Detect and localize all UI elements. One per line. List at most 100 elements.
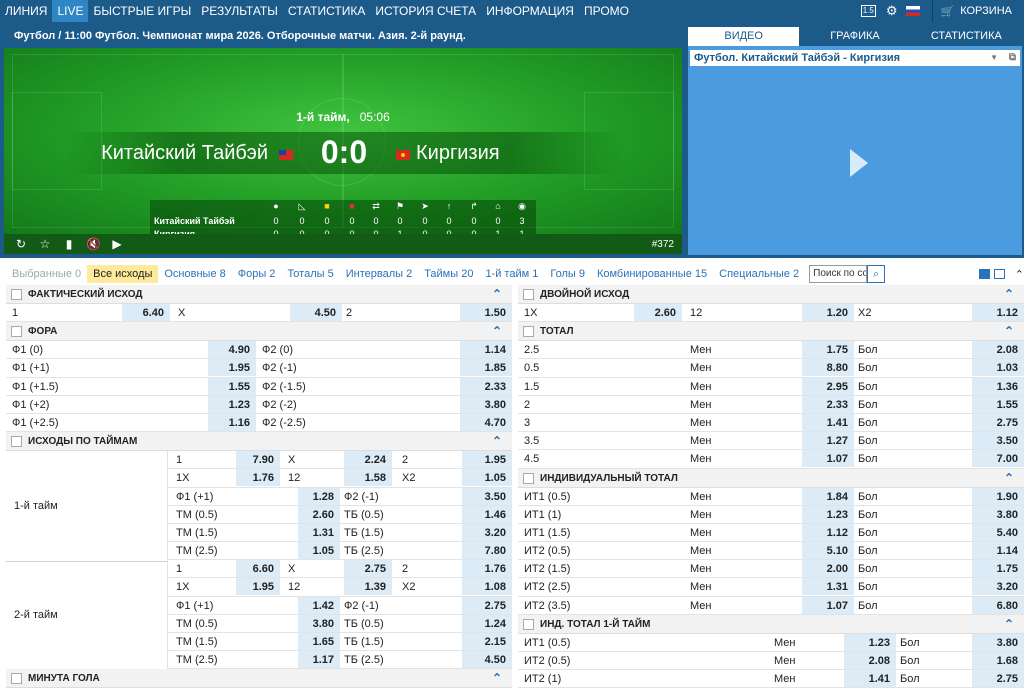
collapse-all-icon[interactable]: ⌃ bbox=[1015, 268, 1024, 281]
nav-item[interactable]: LIVE bbox=[52, 0, 89, 22]
market-checkbox[interactable] bbox=[523, 472, 534, 484]
chevron-up-icon[interactable]: ⌃ bbox=[492, 669, 502, 688]
cart-button[interactable]: 🛒 КОРЗИНА bbox=[933, 5, 1024, 18]
video-tab[interactable]: ВИДЕО bbox=[688, 27, 800, 46]
filter-tab[interactable]: Тоталы 5 bbox=[281, 265, 339, 283]
filter-tab[interactable]: Интервалы 2 bbox=[340, 265, 418, 283]
nav-item[interactable]: ИСТОРИЯ СЧЕТА bbox=[370, 0, 481, 22]
odds-button[interactable]: 3.80 bbox=[460, 395, 512, 413]
odds-button[interactable]: 1.03 bbox=[972, 359, 1024, 377]
filter-tab[interactable]: Голы 9 bbox=[544, 265, 591, 283]
odds-button[interactable]: 2.60 bbox=[298, 505, 340, 523]
odds-button[interactable]: 1.05 bbox=[298, 542, 340, 560]
odds-button[interactable]: 3.50 bbox=[462, 487, 512, 505]
nav-item[interactable]: БЫСТРЫЕ ИГРЫ bbox=[88, 0, 196, 22]
odds-button[interactable]: 3.80 bbox=[298, 614, 340, 632]
market-header[interactable]: ИНД. ТОТАЛ 1-Й ТАЙМ ⌃ bbox=[518, 614, 1024, 634]
chart-icon[interactable]: ▮ bbox=[62, 237, 76, 251]
odds-button[interactable]: 1.95 bbox=[462, 451, 512, 469]
odds-button[interactable]: 1.20 bbox=[802, 304, 854, 321]
odds-button[interactable]: 4.90 bbox=[208, 341, 256, 359]
filter-tab[interactable]: Специальные 2 bbox=[713, 265, 805, 283]
market-header[interactable]: ТОТАЛ ⌃ bbox=[518, 322, 1024, 342]
market-checkbox[interactable] bbox=[523, 326, 534, 338]
video-icon[interactable]: ▶ bbox=[110, 237, 124, 251]
chevron-up-icon[interactable]: ⌃ bbox=[492, 322, 502, 341]
odds-button[interactable]: 1.50 bbox=[460, 304, 512, 321]
filter-tab[interactable]: Все исходы bbox=[87, 265, 159, 283]
odds-button[interactable]: 1.08 bbox=[462, 578, 512, 596]
video-tab[interactable]: ГРАФИКА bbox=[799, 27, 910, 46]
odds-button[interactable]: 2.33 bbox=[802, 395, 854, 413]
odds-button[interactable]: 7.90 bbox=[236, 451, 280, 469]
odds-button[interactable]: 1.76 bbox=[462, 560, 512, 578]
odds-button[interactable]: 1.58 bbox=[344, 469, 392, 487]
odds-button[interactable]: 5.10 bbox=[802, 542, 854, 560]
odds-button[interactable]: 1.75 bbox=[802, 341, 854, 359]
filter-tab[interactable]: 1-й тайм 1 bbox=[479, 265, 544, 283]
chevron-up-icon[interactable]: ⌃ bbox=[1004, 615, 1014, 634]
odds-button[interactable]: 1.84 bbox=[802, 487, 854, 505]
odds-button[interactable]: 1.14 bbox=[460, 341, 512, 359]
chevron-up-icon[interactable]: ⌃ bbox=[1004, 469, 1014, 488]
play-icon[interactable] bbox=[850, 149, 868, 177]
odds-button[interactable]: 2.33 bbox=[460, 377, 512, 395]
nav-item[interactable]: ЛИНИЯ bbox=[0, 0, 52, 22]
odds-button[interactable]: 1.41 bbox=[802, 413, 854, 431]
odds-button[interactable]: 1.68 bbox=[972, 652, 1024, 669]
market-checkbox[interactable] bbox=[11, 326, 22, 338]
odds-button[interactable]: 3.20 bbox=[972, 578, 1024, 596]
odds-button[interactable]: 1.46 bbox=[462, 505, 512, 523]
odds-button[interactable]: 1.17 bbox=[298, 651, 340, 669]
filter-tab[interactable]: Комбинированные 15 bbox=[591, 265, 713, 283]
odds-button[interactable]: 2.00 bbox=[802, 560, 854, 578]
odds-button[interactable]: 6.80 bbox=[972, 596, 1024, 614]
odds-button[interactable]: 1.65 bbox=[298, 633, 340, 650]
star-icon[interactable]: ☆ bbox=[38, 237, 52, 251]
odds-button[interactable]: 1.76 bbox=[236, 469, 280, 487]
market-checkbox[interactable] bbox=[523, 618, 534, 630]
odds-button[interactable]: 1.12 bbox=[802, 523, 854, 541]
odds-button[interactable]: 5.40 bbox=[972, 523, 1024, 541]
odds-format-badge[interactable]: 1.5 bbox=[860, 5, 876, 17]
odds-button[interactable]: 3.20 bbox=[462, 523, 512, 541]
odds-button[interactable]: 1.14 bbox=[972, 542, 1024, 560]
filter-tab[interactable]: Форы 2 bbox=[232, 265, 282, 283]
odds-button[interactable]: 2.95 bbox=[802, 377, 854, 395]
odds-button[interactable]: 1.55 bbox=[972, 395, 1024, 413]
odds-button[interactable]: 1.75 bbox=[972, 560, 1024, 578]
odds-button[interactable]: 2.60 bbox=[634, 304, 682, 321]
odds-button[interactable]: 1.41 bbox=[844, 670, 896, 688]
odds-button[interactable]: 1.07 bbox=[802, 450, 854, 468]
market-header[interactable]: ФОРА ⌃ bbox=[6, 322, 512, 342]
market-header[interactable]: ИНДИВИДУАЛЬНЫЙ ТОТАЛ ⌃ bbox=[518, 468, 1024, 488]
market-checkbox[interactable] bbox=[523, 289, 534, 300]
odds-button[interactable]: 2.75 bbox=[344, 560, 392, 578]
odds-button[interactable]: 1.95 bbox=[236, 578, 280, 596]
odds-button[interactable]: 1.07 bbox=[802, 596, 854, 614]
odds-button[interactable]: 1.05 bbox=[462, 469, 512, 487]
odds-button[interactable]: 2.24 bbox=[344, 451, 392, 469]
odds-button[interactable]: 1.36 bbox=[972, 377, 1024, 395]
odds-button[interactable]: 4.50 bbox=[290, 304, 342, 321]
odds-button[interactable]: 7.80 bbox=[462, 542, 512, 560]
market-header[interactable]: МИНУТА ГОЛА ⌃ bbox=[6, 669, 512, 689]
odds-button[interactable]: 4.70 bbox=[460, 413, 512, 431]
nav-item[interactable]: ИНФОРМАЦИЯ bbox=[481, 0, 579, 22]
odds-button[interactable]: 2.08 bbox=[844, 652, 896, 669]
odds-button[interactable]: 3.80 bbox=[972, 505, 1024, 523]
odds-button[interactable]: 1.39 bbox=[344, 578, 392, 596]
odds-button[interactable]: 2.75 bbox=[462, 596, 512, 614]
two-column-view-icon[interactable] bbox=[978, 269, 990, 279]
odds-button[interactable]: 1.24 bbox=[462, 614, 512, 632]
odds-button[interactable]: 1.28 bbox=[298, 487, 340, 505]
odds-button[interactable]: 1.31 bbox=[298, 523, 340, 541]
odds-button[interactable]: 6.60 bbox=[236, 560, 280, 578]
chevron-up-icon[interactable]: ⌃ bbox=[1004, 322, 1014, 341]
odds-button[interactable]: 1.85 bbox=[460, 359, 512, 377]
nav-item[interactable]: РЕЗУЛЬТАТЫ bbox=[196, 0, 283, 22]
gear-icon[interactable]: ⚙ bbox=[886, 3, 898, 19]
odds-button[interactable]: 2.75 bbox=[972, 670, 1024, 688]
odds-button[interactable]: 8.80 bbox=[802, 359, 854, 377]
search-input[interactable]: Поиск по событию bbox=[809, 265, 868, 283]
